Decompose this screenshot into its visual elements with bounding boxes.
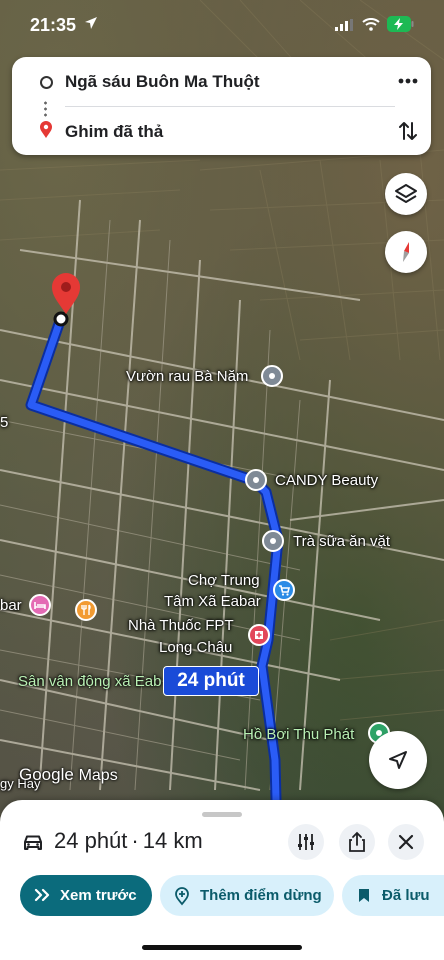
route-distance: 14 km <box>142 828 203 853</box>
poi-label[interactable]: Sân vận động xã Eab <box>18 673 161 690</box>
share-button[interactable] <box>339 824 375 860</box>
shopping-cart-icon[interactable] <box>273 579 295 601</box>
compass-icon <box>403 242 409 262</box>
layers-button[interactable] <box>385 173 427 215</box>
destination-pin-icon <box>40 121 52 138</box>
navigation-arrow-icon <box>389 751 407 769</box>
close-button[interactable] <box>388 824 424 860</box>
place-marker-icon[interactable] <box>261 365 283 387</box>
poi-label[interactable]: bar <box>0 597 22 614</box>
origin-field[interactable]: Ngã sáu Buôn Ma Thuột <box>65 72 260 92</box>
sheet-grabber[interactable] <box>202 812 242 817</box>
poi-label[interactable]: CANDY Beauty <box>275 472 378 489</box>
map-edge-label: 5 <box>0 414 9 431</box>
poi-label[interactable]: Chợ Trung <box>188 572 260 589</box>
add-stop-label: Thêm điểm dừng <box>200 887 322 904</box>
route-bottom-sheet: 24 phút·14 km Xem trước Thêm điểm dừng <box>0 800 444 960</box>
divider <box>65 106 395 107</box>
home-indicator[interactable] <box>142 945 302 950</box>
car-icon <box>24 835 42 850</box>
eta-badge[interactable]: 24 phút <box>163 666 259 696</box>
poi-label[interactable]: Hồ Bơi Thu Phát <box>243 726 354 743</box>
place-marker-icon[interactable] <box>262 530 284 552</box>
maps-logo-text: Maps <box>78 767 118 784</box>
poi-label[interactable]: Vườn rau Bà Năm <box>126 368 248 385</box>
google-logo-text: Google <box>19 765 74 784</box>
preview-label: Xem trước <box>60 887 137 904</box>
add-location-icon <box>175 887 189 906</box>
layers-icon <box>395 184 417 203</box>
wifi-icon <box>362 18 380 31</box>
more-options-button[interactable] <box>394 69 422 93</box>
destination-field[interactable]: Ghim đã thả <box>65 122 163 142</box>
google-maps-logo: Google Maps <box>19 765 118 785</box>
close-icon <box>398 834 414 850</box>
origin-dot-icon <box>40 76 53 89</box>
double-chevron-right-icon <box>34 888 50 902</box>
directions-card: Ngã sáu Buôn Ma Thuột Ghim đã thả <box>12 57 431 155</box>
preview-button[interactable]: Xem trước <box>20 875 152 916</box>
saved-label: Đã lưu <box>382 887 430 904</box>
pharmacy-icon[interactable] <box>248 624 270 646</box>
separator: · <box>131 828 139 853</box>
poi-label[interactable]: Long Châu <box>159 639 232 656</box>
bookmark-icon <box>359 889 369 902</box>
saved-button[interactable]: Đã lưu <box>342 875 444 916</box>
share-icon <box>349 831 365 852</box>
add-stop-button[interactable]: Thêm điểm dừng <box>160 875 334 916</box>
place-marker-icon[interactable] <box>245 469 267 491</box>
battery-charging-icon <box>387 16 414 32</box>
status-time: 21:35 <box>30 15 77 35</box>
poi-label[interactable]: Tâm Xã Eabar <box>164 593 261 610</box>
poi-label[interactable]: Nhà Thuốc FPT <box>128 617 234 634</box>
compass-button[interactable] <box>385 231 427 273</box>
hotel-icon[interactable] <box>29 594 51 616</box>
navigation-button[interactable] <box>369 731 427 789</box>
location-arrow-icon <box>85 17 97 29</box>
route-options-button[interactable] <box>288 824 324 860</box>
tune-sliders-icon <box>298 834 314 850</box>
swap-vertical-icon[interactable] <box>396 119 420 143</box>
signal-icon <box>335 19 353 31</box>
poi-label[interactable]: Trà sữa ăn vặt <box>293 533 390 550</box>
route-connector-icon <box>44 100 47 118</box>
restaurant-icon[interactable] <box>75 599 97 621</box>
route-duration: 24 phút <box>54 828 128 853</box>
route-summary: 24 phút · 14 km <box>54 828 203 854</box>
